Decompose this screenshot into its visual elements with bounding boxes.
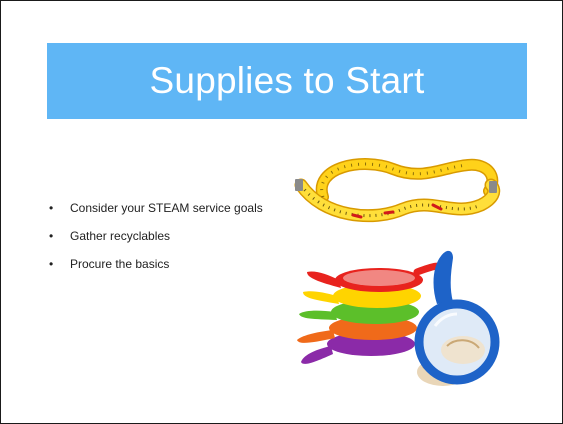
slide-title: Supplies to Start <box>149 60 425 101</box>
bullet-icon: • <box>49 229 54 243</box>
bullet-item: • Gather recyclables <box>49 229 289 243</box>
bullet-list: • Consider your STEAM service goals • Ga… <box>49 201 289 285</box>
magnifying-glass-icon <box>297 250 500 386</box>
bullet-text: Gather recyclables <box>70 229 171 243</box>
bullet-text: Consider your STEAM service goals <box>70 201 263 215</box>
slide: Supplies to Start • Consider your STEAM … <box>0 0 563 424</box>
title-bar: Supplies to Start <box>47 43 527 119</box>
measuring-tape-icon <box>294 158 501 223</box>
bullet-icon: • <box>49 201 54 215</box>
bullet-text: Procure the basics <box>70 257 170 271</box>
bullet-item: • Consider your STEAM service goals <box>49 201 289 215</box>
bullet-item: • Procure the basics <box>49 257 289 271</box>
bullet-icon: • <box>49 257 54 271</box>
